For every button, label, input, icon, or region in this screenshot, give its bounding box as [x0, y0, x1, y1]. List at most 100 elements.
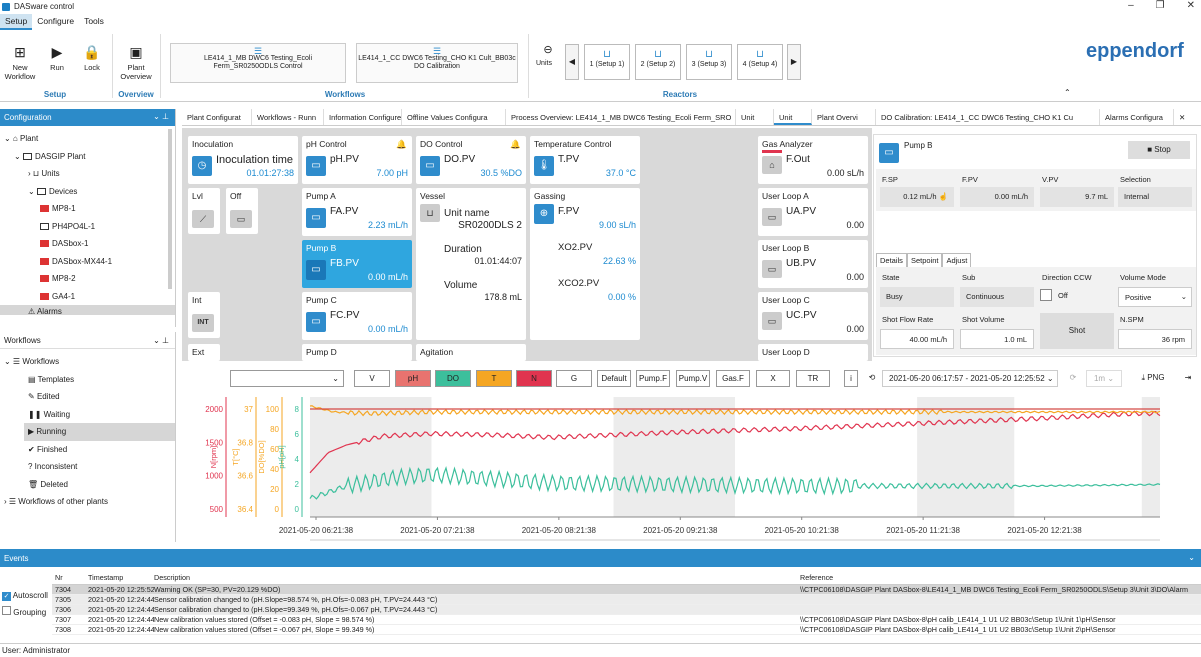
tree-device[interactable]: MP8-1 — [0, 200, 175, 218]
trend-btn-tr[interactable]: TR — [796, 370, 830, 387]
tree-finished[interactable]: ✔ Finished — [0, 441, 175, 459]
reactor-next-button[interactable]: ▶ — [787, 44, 801, 80]
tree-units[interactable]: › ⊔ Units — [0, 165, 175, 183]
trend-btn-n[interactable]: N — [516, 370, 552, 387]
pin-icon[interactable]: ⌄ ⊥ — [153, 336, 169, 345]
trend-btn-t[interactable]: T — [476, 370, 512, 387]
minimize-button[interactable]: – — [1128, 0, 1134, 11]
tree-waiting[interactable]: ❚❚ Waiting — [0, 406, 175, 424]
card-user-loop-b[interactable]: User Loop B ▭ UB.PV 0.00 — [758, 240, 868, 288]
grouping-checkbox[interactable]: Grouping — [2, 606, 46, 617]
card-gas-analyzer[interactable]: Gas Analyzer ⌂ F.Out 0.00 sL/h — [758, 136, 868, 184]
card-temperature-control[interactable]: Temperature Control 🌡 T.PV 37.0 °C — [530, 136, 640, 184]
table-row[interactable]: 7308 2021-05-20 12:24:44 New calibration v… — [52, 625, 1201, 635]
history-icon[interactable]: ⟲ — [864, 370, 880, 387]
close-button[interactable]: ✕ — [1187, 0, 1195, 11]
units-back-icon[interactable]: ⊖ — [538, 43, 558, 56]
trend-btn-ph[interactable]: pH — [395, 370, 431, 387]
autoscroll-checkbox[interactable]: ✓ Autoscroll — [2, 591, 48, 601]
card-off[interactable]: Off ▭ — [226, 188, 258, 234]
menu-configure[interactable]: Configure — [32, 14, 79, 30]
stop-button[interactable]: ■ Stop — [1128, 141, 1190, 159]
card-pump-d[interactable]: Pump D — [302, 344, 412, 361]
tree-devices[interactable]: ⌄ Devices — [0, 183, 175, 201]
new-workflow-button[interactable]: ⊞ New Workflow — [2, 44, 38, 81]
reactor-4[interactable]: ⊔ 4 (Setup 4) — [737, 44, 783, 80]
trend-btn-v[interactable]: V — [354, 370, 390, 387]
table-row[interactable]: 7304 2021-05-20 12:25:52 Warning OK (SP=30… — [52, 585, 1201, 595]
card-pump-a[interactable]: Pump A ▭ FA.PV 2.23 mL/h — [302, 188, 412, 236]
tab[interactable]: Unit — [736, 109, 774, 125]
card-do-control[interactable]: DO Control 🔔 ▭ DO.PV 30.5 %DO — [416, 136, 526, 184]
tab[interactable]: Plant Overvi — [812, 109, 876, 125]
collapse-ribbon-icon[interactable]: ⌃ — [1064, 88, 1071, 97]
card-user-loop-c[interactable]: User Loop C ▭ UC.PV 0.00 — [758, 292, 868, 340]
trend-btn-pump-v[interactable]: Pump.V — [676, 370, 710, 387]
trend-btn-gas-f[interactable]: Gas.F — [716, 370, 750, 387]
reactor-1[interactable]: ⊔ 1 (Setup 1) — [584, 44, 630, 80]
maximize-button[interactable]: ❐ — [1156, 0, 1165, 11]
table-row[interactable]: 7306 2021-05-20 12:24:44 Sensor calibratio… — [52, 605, 1201, 615]
reactor-prev-button[interactable]: ◀ — [565, 44, 579, 80]
info-icon[interactable]: i — [844, 370, 858, 387]
tree-device[interactable]: DASbox-MX44-1 — [0, 253, 175, 271]
plant-overview-button[interactable]: ▣ Plant Overview — [116, 44, 156, 81]
trend-btn-x[interactable]: X — [756, 370, 790, 387]
nspm-input[interactable]: 36 rpm — [1118, 329, 1192, 349]
trend-select[interactable]: ⌄ — [230, 370, 344, 387]
card-user-loop-d[interactable]: User Loop D — [758, 344, 868, 361]
tree-alarms[interactable]: ⚠ Alarms — [0, 305, 175, 315]
volume-mode-select[interactable]: Positive ⌄ — [1118, 287, 1192, 307]
tree-running[interactable]: ▶ Running — [24, 423, 175, 441]
tab-close-icon[interactable]: ✕ — [1174, 109, 1190, 125]
trend-btn-do[interactable]: DO — [435, 370, 471, 387]
tree-plant[interactable]: ⌄ ⌂ Plant — [0, 130, 175, 148]
tree-other-plants[interactable]: › ☰ Workflows of other plants — [0, 493, 175, 511]
shot-button[interactable]: Shot — [1040, 313, 1114, 349]
card-lvl[interactable]: Lvl ⟋ — [188, 188, 220, 234]
scrollbar[interactable] — [168, 129, 172, 289]
tree-device[interactable]: PH4PO4L-1 — [0, 218, 175, 236]
workflow-card-1[interactable]: ☰ LE414_1_MB DWC6 Testing_Ecoli Ferm_SR02… — [170, 43, 346, 83]
tree-workflows[interactable]: ⌄ ☰ Workflows — [0, 353, 175, 371]
card-user-loop-a[interactable]: User Loop A ▭ UA.PV 0.00 — [758, 188, 868, 236]
card-gassing[interactable]: Gassing ⊕ F.PV 9.00 sL/h XO2.PV 22.63 % … — [530, 188, 640, 340]
shot-volume-input[interactable]: 1.0 mL — [960, 329, 1034, 349]
card-agitation[interactable]: Agitation — [416, 344, 526, 361]
interval-select[interactable]: 1m ⌄ — [1086, 370, 1122, 387]
shot-flow-rate-input[interactable]: 40.00 mL/h — [880, 329, 954, 349]
card-int[interactable]: Int INT — [188, 292, 220, 338]
tab[interactable]: Workflows - Runn — [252, 109, 324, 125]
tab[interactable]: Process Overview: LE414_1_MB DWC6 Testin… — [506, 109, 736, 125]
tree-templates[interactable]: ▤ Templates — [0, 371, 175, 389]
tree-device[interactable]: GA4-1 — [0, 288, 175, 306]
card-pump-c[interactable]: Pump C ▭ FC.PV 0.00 mL/h — [302, 292, 412, 340]
reactor-2[interactable]: ⊔ 2 (Setup 2) — [635, 44, 681, 80]
menu-tools[interactable]: Tools — [79, 14, 109, 30]
table-row[interactable]: 7307 2021-05-20 12:24:44 New calibration v… — [52, 615, 1201, 625]
refresh-icon[interactable]: ⟳ — [1066, 370, 1080, 387]
tree-edited[interactable]: ✎ Edited — [0, 388, 175, 406]
trend-btn-default[interactable]: Default — [597, 370, 631, 387]
pin-icon[interactable]: ⌄ ⊥ — [153, 112, 169, 121]
tab[interactable]: DO Calibration: LE414_1_CC DWC6 Testing_… — [876, 109, 1100, 125]
card-pump-b[interactable]: Pump B ▭ FB.PV 0.00 mL/h — [302, 240, 412, 288]
tab[interactable]: Plant Configurat — [182, 109, 252, 125]
tab[interactable]: Information Configure — [324, 109, 402, 125]
card-ext[interactable]: Ext — [188, 344, 220, 361]
export-png-button[interactable]: ⤓ PNG — [1136, 370, 1170, 387]
chevron-down-icon[interactable]: ⌄ — [1188, 553, 1195, 562]
menu-setup[interactable]: Setup — [0, 14, 33, 30]
fsp-input[interactable]: 0.12 mL/h ☝ — [880, 187, 954, 207]
workflow-card-2[interactable]: ☰ LE414_1_CC DWC6 Testing_CHO K1 Cult_BB0… — [356, 43, 518, 83]
direction-checkbox[interactable] — [1040, 289, 1052, 301]
run-button[interactable]: ▶ Run — [44, 44, 70, 72]
tree-inconsistent[interactable]: ? Inconsistent — [0, 458, 175, 476]
tree-dasgip-plant[interactable]: ⌄ DASGIP Plant — [0, 148, 175, 166]
trend-btn-g[interactable]: G — [556, 370, 592, 387]
lock-button[interactable]: 🔒 Lock — [78, 44, 106, 72]
tab[interactable]: Offline Values Configura — [402, 109, 506, 125]
reactor-3[interactable]: ⊔ 3 (Setup 3) — [686, 44, 732, 80]
export-icon[interactable]: ⇥ — [1180, 370, 1196, 387]
tree-device[interactable]: DASbox-1 — [0, 235, 175, 253]
